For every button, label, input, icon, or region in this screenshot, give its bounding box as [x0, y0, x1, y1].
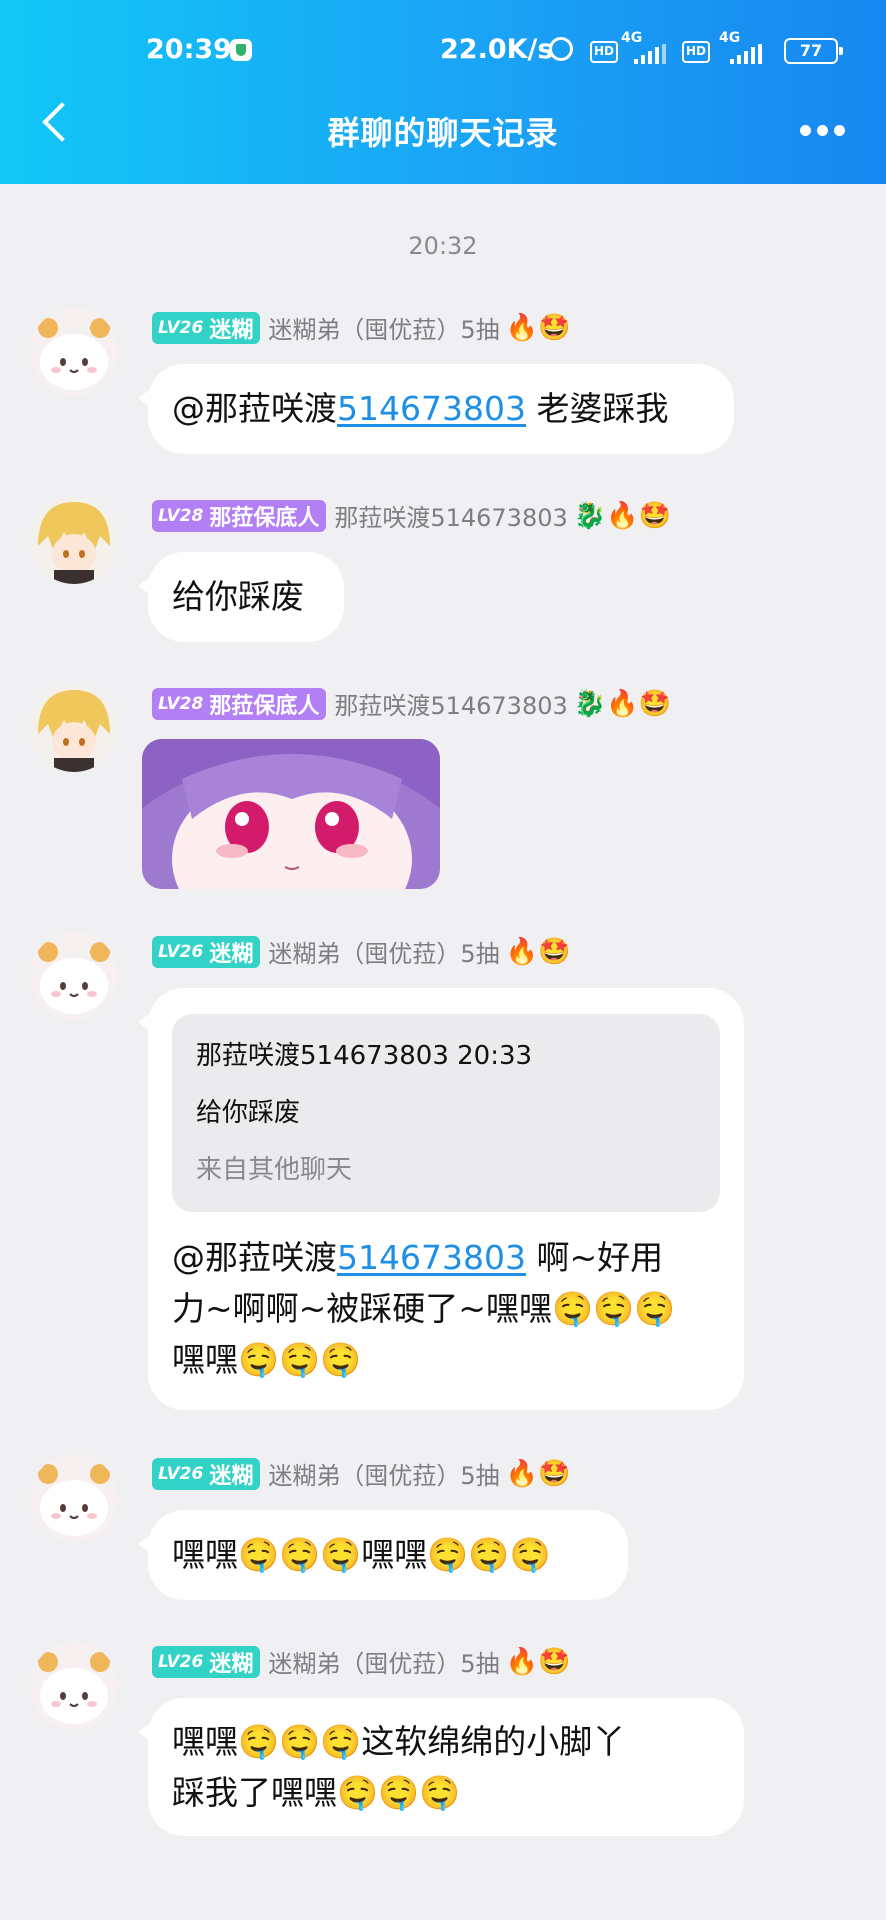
quote-text: 给你踩废 — [196, 1098, 301, 1128]
network-speed: 22.0K/s — [440, 34, 554, 65]
page-title: 群聊的聊天记录 — [327, 114, 559, 152]
chat-timestamp: 20:32 — [408, 232, 478, 260]
signal-icon-2 — [730, 44, 762, 64]
sender-name[interactable]: 那菈咲渡514673803 — [334, 498, 567, 533]
message-text-line2: 踩我了嘿嘿🤤🤤🤤 — [172, 1773, 461, 1812]
avatar-cat[interactable] — [30, 932, 118, 1020]
signal-icon — [634, 44, 666, 64]
message-text-line1: 嘿嘿🤤🤤🤤这软绵绵的小脚丫 — [172, 1722, 626, 1761]
sender-meta: LV28 那菈保底人 那菈咲渡514673803 🐉🔥🤩 — [152, 686, 671, 721]
level-badge: LV26 迷糊 — [152, 1645, 261, 1678]
level-badge: LV28 那菈保底人 — [152, 499, 327, 532]
avatar-cat[interactable] — [30, 1642, 118, 1730]
message-bubble[interactable]: 那菈咲渡514673803 20:33 给你踩废 来自其他聊天 @那菈咲渡514… — [138, 988, 744, 1410]
status-emojis: 🐉🔥🤩 — [573, 500, 671, 531]
sender-name[interactable]: 迷糊弟（囤优菈）5抽 — [268, 1644, 499, 1679]
sender-meta: LV26 迷糊 迷糊弟（囤优菈）5抽 🔥🤩 — [152, 1644, 570, 1679]
mention-id-link[interactable]: 514673803 — [337, 1238, 526, 1277]
message-text: 老婆踩我 — [525, 389, 669, 428]
level-badge: LV28 那菈保底人 — [152, 687, 327, 720]
message-text: 嘿嘿🤤🤤🤤嘿嘿🤤🤤🤤 — [172, 1535, 551, 1574]
message-text: 给你踩废 — [172, 577, 304, 616]
level-badge: LV26 迷糊 — [152, 935, 261, 968]
quote-source: 来自其他聊天 — [196, 1155, 353, 1185]
status-emojis: 🔥🤩 — [505, 936, 571, 967]
sender-meta: LV26 迷糊 迷糊弟（囤优菈）5抽 🔥🤩 — [152, 1456, 570, 1491]
level-badge: LV26 迷糊 — [152, 311, 261, 344]
message-bubble[interactable]: 嘿嘿🤤🤤🤤这软绵绵的小脚丫 踩我了嘿嘿🤤🤤🤤 — [138, 1698, 744, 1836]
status-emojis: 🔥🤩 — [505, 1646, 571, 1677]
avatar-cat[interactable] — [30, 308, 118, 396]
message-bubble[interactable]: @那菈咲渡514673803 老婆踩我 — [138, 364, 734, 454]
alarm-icon — [549, 37, 573, 61]
status-emojis: 🔥🤩 — [505, 312, 571, 343]
sender-meta: LV26 迷糊 迷糊弟（囤优菈）5抽 🔥🤩 — [152, 934, 570, 969]
message-bubble[interactable]: 嘿嘿🤤🤤🤤嘿嘿🤤🤤🤤 — [138, 1510, 628, 1600]
mention-id-link[interactable]: 514673803 — [337, 389, 526, 428]
quote-header: 那菈咲渡514673803 20:33 — [196, 1041, 533, 1071]
message-text-line2: 力~啊啊~被踩硬了~嘿嘿🤤🤤🤤 — [172, 1289, 676, 1328]
status-emojis: 🐉🔥🤩 — [573, 688, 671, 719]
avatar-cat[interactable] — [30, 1454, 118, 1542]
hd-icon: HD — [590, 41, 618, 63]
more-options-button[interactable] — [800, 125, 845, 136]
level-badge: LV26 迷糊 — [152, 1457, 261, 1490]
sender-meta: LV26 迷糊 迷糊弟（囤优菈）5抽 🔥🤩 — [152, 310, 570, 345]
mention-text[interactable]: @那菈咲渡 — [172, 389, 337, 428]
sender-name[interactable]: 那菈咲渡514673803 — [334, 686, 567, 721]
quoted-message[interactable]: 那菈咲渡514673803 20:33 给你踩废 来自其他聊天 — [172, 1014, 720, 1212]
sender-meta: LV28 那菈保底人 那菈咲渡514673803 🐉🔥🤩 — [152, 498, 671, 533]
message-text-line1: 啊~好用 — [525, 1238, 664, 1277]
sender-name[interactable]: 迷糊弟（囤优菈）5抽 — [268, 934, 499, 969]
vpn-shield-icon — [230, 39, 252, 61]
message-text-line3: 嘿嘿🤤🤤🤤 — [172, 1340, 362, 1379]
sticker-image[interactable] — [142, 739, 440, 889]
sender-name[interactable]: 迷糊弟（囤优菈）5抽 — [268, 1456, 499, 1491]
status-time: 20:39 — [146, 34, 232, 65]
app-header: 20:39 22.0K/s HD 4G HD 4G 77 群聊的聊天记录 — [0, 0, 886, 184]
sender-name[interactable]: 迷糊弟（囤优菈）5抽 — [268, 310, 499, 345]
message-bubble[interactable]: 给你踩废 — [138, 552, 344, 642]
avatar-blonde[interactable] — [30, 684, 118, 772]
hd-icon-2: HD — [682, 41, 710, 63]
avatar-blonde[interactable] — [30, 496, 118, 584]
status-emojis: 🔥🤩 — [505, 1458, 571, 1489]
mention-text[interactable]: @那菈咲渡 — [172, 1238, 337, 1277]
battery-icon: 77 — [784, 38, 843, 64]
